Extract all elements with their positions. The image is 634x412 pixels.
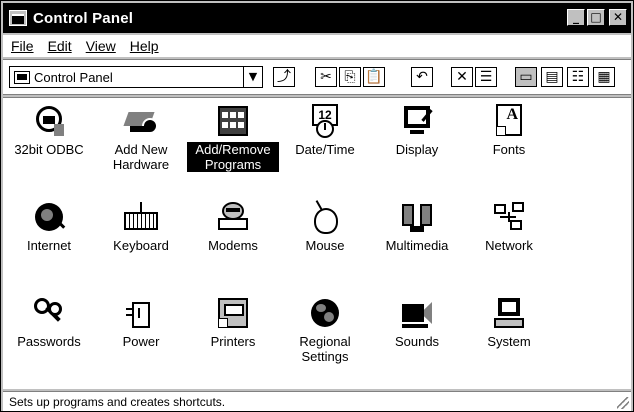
item-sounds[interactable]: Sounds	[371, 296, 463, 349]
properties-button[interactable]: ☰	[475, 67, 497, 87]
control-panel-small-icon	[14, 70, 30, 84]
item-mouse[interactable]: Mouse	[279, 200, 371, 253]
title-bar[interactable]: Control Panel _ □ ✕	[3, 3, 631, 33]
item-label: Passwords	[17, 334, 81, 349]
control-panel-icon[interactable]	[9, 10, 27, 26]
menu-help-label: Help	[129, 38, 159, 54]
item-printers[interactable]: Printers	[187, 296, 279, 349]
item-label: Multimedia	[385, 238, 449, 253]
item-system[interactable]: System	[463, 296, 555, 349]
address-combo[interactable]: Control Panel ▼	[9, 66, 263, 88]
item-label: Regional Settings	[299, 334, 351, 364]
item-label: Keyboard	[113, 238, 169, 253]
item-modems[interactable]: Modems	[187, 200, 279, 253]
paste-button[interactable]: 📋	[363, 67, 385, 87]
item-label: Add/Remove Programs	[186, 141, 280, 173]
item-passwords[interactable]: Passwords	[3, 296, 95, 349]
passwords-icon	[32, 296, 66, 330]
window-controls: _ □ ✕	[567, 9, 627, 26]
maximize-button[interactable]: □	[587, 9, 605, 26]
item-label: Sounds	[394, 334, 440, 349]
delete-button[interactable]: ✕	[451, 67, 473, 87]
item-label: Date/Time	[295, 142, 355, 157]
multimedia-icon	[400, 200, 434, 234]
modems-icon	[216, 200, 250, 234]
menu-bar: File Edit View Help	[3, 35, 631, 57]
item-multimedia[interactable]: Multimedia	[371, 200, 463, 253]
item-internet[interactable]: Internet	[3, 200, 95, 253]
item-display[interactable]: Display	[371, 104, 463, 157]
sounds-icon	[400, 296, 434, 330]
menu-help[interactable]: Help	[130, 38, 159, 54]
date-time-icon: 12	[308, 104, 342, 138]
item-add-remove-programs[interactable]: Add/Remove Programs	[186, 104, 280, 173]
item-label: System	[487, 334, 531, 349]
details-view-button[interactable]: ▦	[593, 67, 615, 87]
address-dropdown-button[interactable]: ▼	[243, 66, 263, 88]
mouse-icon	[308, 200, 342, 234]
menu-view[interactable]: View	[86, 38, 116, 54]
item-label: Fonts	[492, 142, 526, 157]
item-label: Add New Hardware	[112, 142, 170, 172]
menu-file[interactable]: File	[11, 38, 34, 54]
item-date-time[interactable]: 12 Date/Time	[279, 104, 371, 157]
item-label: Printers	[210, 334, 256, 349]
internet-icon	[32, 200, 66, 234]
small-icons-button[interactable]: ▤	[541, 67, 563, 87]
display-icon	[400, 104, 434, 138]
system-icon	[492, 296, 526, 330]
item-power[interactable]: Power	[95, 296, 187, 349]
printers-icon	[216, 296, 250, 330]
item-regional-settings[interactable]: Regional Settings	[279, 296, 371, 364]
item-label: Modems	[208, 238, 258, 253]
up-one-level-button[interactable]: ⤴	[273, 67, 295, 87]
item-label: 32bit ODBC	[14, 142, 84, 157]
cut-button[interactable]: ✂	[315, 67, 337, 87]
add-hardware-icon	[123, 104, 158, 138]
large-icons-button[interactable]: ▭	[515, 67, 537, 87]
control-panel-window: Control Panel _ □ ✕ File Edit View Help …	[0, 0, 634, 412]
power-icon	[124, 296, 158, 330]
fonts-icon: A	[492, 104, 526, 138]
add-remove-programs-icon	[216, 104, 250, 138]
item-keyboard[interactable]: Keyboard	[95, 200, 187, 253]
item-network[interactable]: Network	[463, 200, 555, 253]
menu-edit[interactable]: Edit	[48, 38, 72, 54]
item-label: Mouse	[305, 238, 345, 253]
status-text: Sets up programs and creates shortcuts.	[9, 394, 226, 409]
item-label: Network	[485, 238, 533, 253]
address-value: Control Panel	[34, 69, 113, 85]
list-view-button[interactable]: ☷	[567, 67, 589, 87]
item-label: Display	[395, 142, 439, 157]
item-label: Internet	[26, 238, 72, 253]
menu-file-label: File	[11, 38, 34, 54]
odbc-icon	[32, 104, 66, 138]
item-fonts[interactable]: A Fonts	[463, 104, 555, 157]
menu-edit-label: Edit	[47, 38, 72, 54]
regional-settings-icon	[308, 296, 342, 330]
keyboard-icon	[124, 200, 158, 234]
item-label: Power	[122, 334, 160, 349]
item-add-new-hardware[interactable]: Add New Hardware	[95, 104, 187, 172]
menu-view-label: View	[85, 38, 116, 54]
undo-button[interactable]: ↶	[411, 67, 433, 87]
window-title: Control Panel	[33, 9, 134, 27]
close-button[interactable]: ✕	[609, 9, 627, 26]
status-bar: Sets up programs and creates shortcuts.	[3, 391, 631, 411]
copy-button[interactable]: ⎘	[339, 67, 361, 87]
minimize-button[interactable]: _	[567, 9, 585, 26]
network-icon	[492, 200, 526, 234]
toolbar: Control Panel ▼ ⤴ ✂ ⎘ 📋 ↶ ✕ ☰ ▭ ▤ ☷ ▦	[3, 59, 631, 95]
control-panel-items[interactable]: 32bit ODBC Add New Hardware Add/Remove P…	[3, 97, 631, 389]
item-32bit-odbc[interactable]: 32bit ODBC	[3, 104, 95, 157]
resize-grip[interactable]	[617, 397, 629, 409]
